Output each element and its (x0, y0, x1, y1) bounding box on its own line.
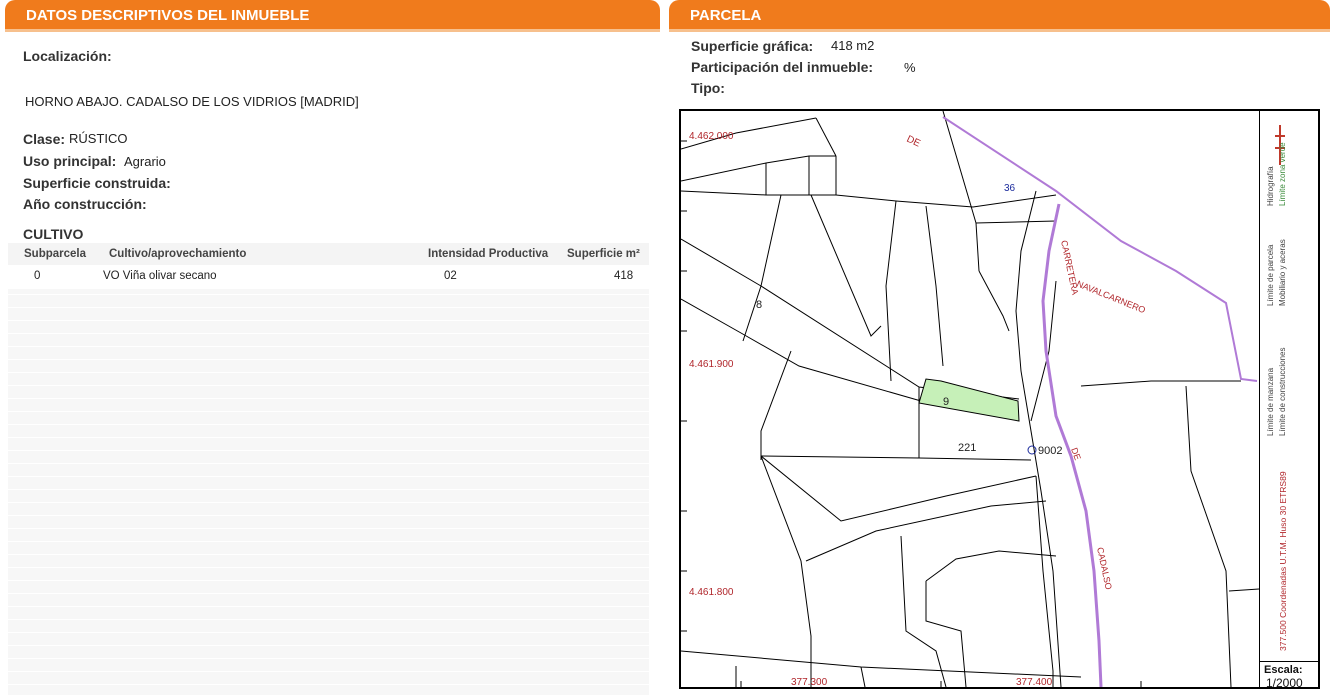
cell-cultivo: VO Viña olivar secano (103, 270, 217, 282)
col-superficie: Superficie m² (567, 248, 640, 260)
superficie-grafica-value: 418 m2 (831, 38, 875, 53)
coord-x1: 377.300 (791, 677, 828, 687)
legend-limite-construcciones: Límite de construcciones (1278, 347, 1287, 437)
cultivo-table-header (8, 243, 649, 265)
col-cultivo: Cultivo/aprovechamiento (109, 248, 247, 260)
parcel-label-9[interactable]: 9 (943, 396, 949, 408)
legend-limite-parcela: Límite de parcela (1266, 244, 1275, 306)
left-panel-title: DATOS DESCRIPTIVOS DEL INMUEBLE (5, 0, 660, 32)
scale-value: 1/2000 (1266, 676, 1303, 690)
clase-label: Clase: (23, 131, 66, 147)
ano-construccion-label: Año construcción: (23, 196, 147, 212)
zone-boundary (942, 116, 1258, 382)
localizacion-value: HORNO ABAJO. CADALSO DE LOS VIDRIOS [MAD… (25, 94, 359, 109)
parcel-marker-icon (1027, 445, 1037, 455)
edge-ticks (681, 140, 1142, 687)
uso-principal-label: Uso principal: (23, 153, 117, 169)
right-panel-title: PARCELA (669, 0, 1330, 32)
parcel-label-9002: 9002 (1038, 445, 1062, 457)
uso-principal-value: Agrario (124, 154, 166, 169)
map-canvas: 4.462.000 4.461.900 4.461.800 377.300 37… (681, 111, 1259, 687)
cultivo-title: CULTIVO (23, 226, 84, 242)
participacion-value: % (904, 60, 916, 75)
cell-intensidad: 02 (444, 270, 457, 282)
road-label-de-top: DE (905, 134, 923, 150)
superficie-grafica-label: Superficie gráfica: (691, 38, 814, 54)
coord-x2: 377.400 (1016, 677, 1053, 687)
legend-coordenadas: 377.500 Coordenadas U.T.M. Huso 30 ETRS8… (1278, 471, 1288, 651)
coord-y1: 4.462.000 (689, 131, 734, 142)
superficie-construida-label: Superficie construida: (23, 175, 171, 191)
road-label-cadalso: CADALSO (1095, 546, 1114, 590)
clase-value: RÚSTICO (69, 131, 128, 146)
legend-mobiliario: Mobiliario y aceras (1278, 239, 1287, 306)
road-edges (1015, 190, 1062, 687)
coord-y2: 4.461.900 (689, 359, 734, 370)
cultivo-table (8, 243, 649, 695)
col-subparcela: Subparcela (24, 248, 86, 260)
map-legend: Hidrografía Límite zona verde Límite de … (1259, 111, 1319, 661)
participacion-label: Participación del inmueble: (691, 59, 874, 75)
cell-superficie: 418 (614, 270, 634, 282)
tipo-label: Tipo: (691, 80, 725, 96)
parcel-label-8: 8 (756, 299, 762, 311)
scale-label: Escala: (1264, 664, 1303, 676)
highlighted-parcel[interactable] (918, 378, 1020, 422)
coord-y3: 4.461.800 (689, 587, 734, 598)
legend-hidrografia: Hidrografía (1266, 166, 1275, 206)
parcel-label-221: 221 (958, 442, 976, 454)
legend-zona-verde: Límite zona verde (1278, 142, 1287, 206)
col-intensidad: Intensidad Productiva (428, 248, 549, 260)
localizacion-label: Localización: (23, 48, 112, 64)
cell-subparcela: 0 (34, 270, 41, 282)
map-scale: Escala: 1/2000 (1259, 661, 1319, 690)
road-label-navalcarnero: NAVALCARNERO (1075, 279, 1147, 316)
parcel-label-36: 36 (1004, 183, 1016, 194)
parcel-map[interactable]: 4.462.000 4.461.900 4.461.800 377.300 37… (679, 109, 1320, 690)
legend-limite-manzana: Límite de manzana (1266, 367, 1275, 436)
